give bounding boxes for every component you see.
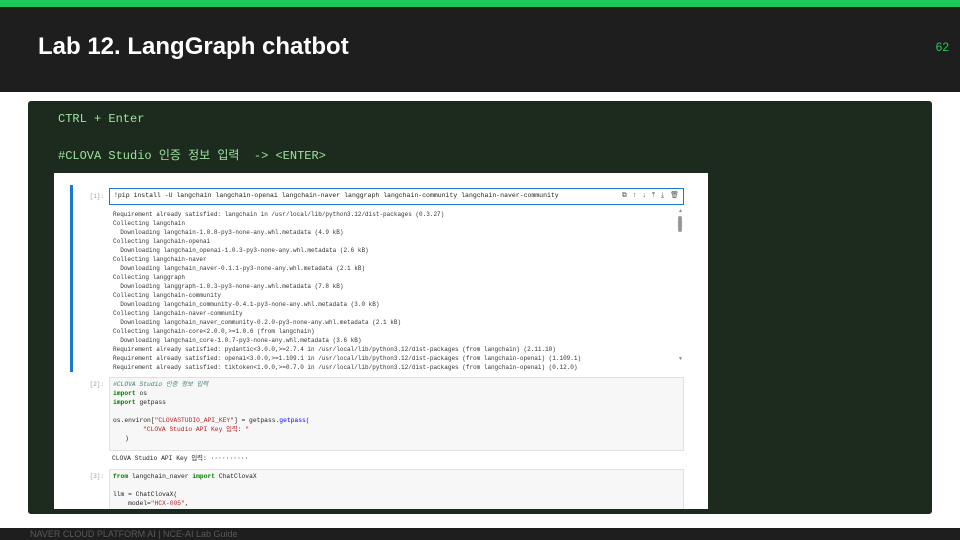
code-text: ) [125,435,129,442]
output-line: Collecting langchain-community [113,292,222,299]
arrow-down-icon[interactable]: ↓ [642,191,646,200]
module: ChatClovaX [215,473,257,480]
arrow-up-icon[interactable]: ↑ [633,191,637,200]
code-line: "CLOVA Studio API Key 입력: " [143,426,249,434]
code-text: os.environ[ [113,417,155,424]
cell1-code: !pip install -U langchain langchain-open… [114,192,559,199]
code-line: from langchain_naver import ChatClovaX [113,473,257,481]
output-line: Downloading langchain_community-0.4.1-py… [113,301,380,308]
keyword: import [113,390,136,397]
output-line: Collecting langchain [113,220,186,227]
function-name: getpass [279,417,306,424]
code-text: , [184,500,189,507]
page-number: 62 [935,40,949,54]
code-line: import os [113,390,147,398]
code-line: import getpass [113,399,166,407]
output-line: Downloading langchain-1.0.8-py3-none-any… [113,229,344,236]
cell3-prompt: [3]: [89,473,104,480]
keyword: import [192,473,216,480]
module: os [135,390,148,397]
cell1-prompt: [1]: [89,193,104,200]
module: getpass [135,399,166,406]
code-text: model= [113,500,151,507]
output-line: Downloading langchain_openai-1.0.3-py3-n… [113,247,369,254]
string-literal: "CLOVASTUDIO_API_KEY" [154,417,234,424]
notebook-screenshot: [1]: !pip install -U langchain langchain… [54,173,708,509]
output-line: Requirement already satisfied: pydantic<… [113,346,556,353]
scroll-down-arrow-icon[interactable]: ▼ [678,356,683,362]
instruction-shortcut: CTRL + Enter [58,112,145,126]
code-text: ] = getpass. [233,417,280,424]
output-line: Downloading langchain_naver-0.1.1-py3-no… [113,265,366,272]
output-line: Collecting langchain-naver [113,256,207,263]
code-line: model="HCX-005", [113,500,189,508]
output-line: Downloading langchain_naver_community-0.… [113,319,402,326]
output-scrollbar-thumb[interactable] [678,216,682,232]
footer-text: NAVER CLOUD PLATFORM AI | NCE-AI Lab Gui… [30,529,238,539]
code-text: ( [305,417,310,424]
active-cell-indicator [70,185,73,372]
instruction-enter-credentials: #CLOVA Studio 인증 정보 입력 -> <ENTER> [58,149,326,163]
cell3-input[interactable]: from langchain_naver import ChatClovaX l… [109,469,684,509]
copy-icon[interactable]: ⧉ [622,191,627,200]
output-line: Downloading langgraph-1.0.3-py3-none-any… [113,283,344,290]
cell2-input[interactable]: #CLOVA Studio 인증 정보 입력 import os import … [109,377,684,451]
output-line: Collecting langgraph [113,274,186,281]
output-line: Downloading langchain_core-1.0.7-py3-non… [113,337,362,344]
code-line: llm = ChatClovaX( [113,491,178,498]
code-line: ) [125,435,129,443]
keyword: from [113,473,129,480]
code-comment: #CLOVA Studio 인증 정보 입력 [113,381,209,388]
output-line: Collecting langchain-naver-community [113,310,243,317]
content-panel: CTRL + Enter #CLOVA Studio 인증 정보 입력 -> <… [28,101,932,514]
output-line: Requirement already satisfied: tiktoken<… [113,364,578,371]
top-accent-bar [0,0,960,7]
insert-below-icon[interactable]: ⤓ [661,191,664,200]
cell2-prompt: [2]: [89,381,104,388]
code-line: os.environ["CLOVASTUDIO_API_KEY"] = getp… [113,417,310,425]
slide-header: Lab 12. LangGraph chatbot 62 [0,7,960,92]
string-literal: "HCX-005" [150,500,185,507]
scroll-up-arrow-icon[interactable]: ▲ [678,208,683,214]
delete-icon[interactable]: 🗑 [670,191,679,200]
module: langchain_naver [128,473,193,480]
output-line: Requirement already satisfied: openai<3.… [113,355,582,362]
slide-title: Lab 12. LangGraph chatbot [38,33,349,60]
cell-toolbar: ⧉ ↑ ↓ ⤒ ⤓ 🗑 [622,191,679,200]
slide-footer: NAVER CLOUD PLATFORM AI | NCE-AI Lab Gui… [0,528,960,540]
cell1-input[interactable]: !pip install -U langchain langchain-open… [109,188,684,205]
cell2-output: CLOVA Studio API Key 입력: ·········· [112,455,249,462]
output-line: Collecting langchain-core<2.0.0,>=1.0.6 … [113,328,315,335]
insert-above-icon[interactable]: ⤒ [652,191,655,200]
string-literal: "CLOVA Studio API Key 입력: " [143,426,250,433]
keyword: import [113,399,136,406]
output-line: Requirement already satisfied: langchain… [113,211,445,218]
output-line: Collecting langchain-openai [113,238,211,245]
cell1-output: Requirement already satisfied: langchain… [109,208,684,372]
